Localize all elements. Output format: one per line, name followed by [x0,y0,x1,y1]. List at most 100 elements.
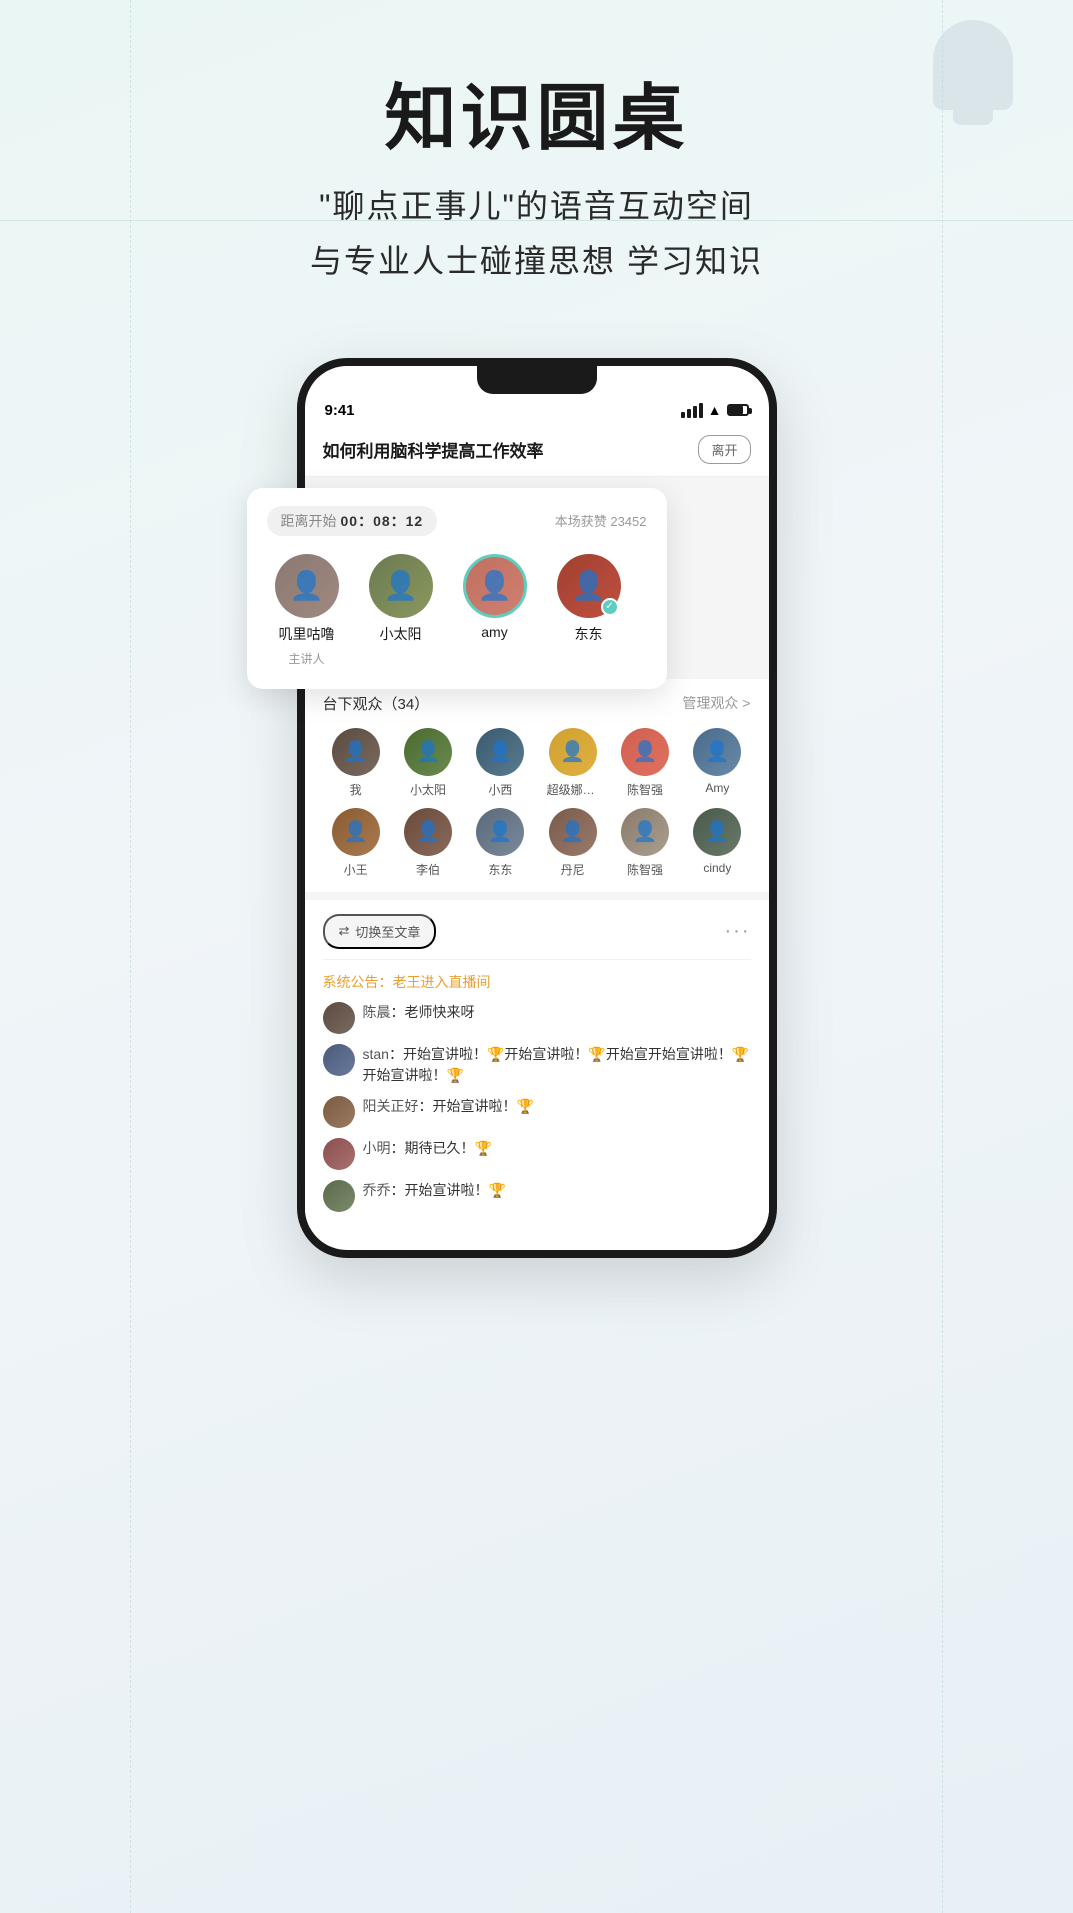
msg-name-1: 陈晨 [363,1004,391,1020]
list-item: 👤 我 [323,728,389,798]
msg-text-1: 老师快来呀 [405,1004,475,1020]
audience-name-11: 陈智强 [627,861,663,878]
speaker-item-1: 👤 叽里咕噜 主讲人 [267,554,347,667]
signal-bar-4 [699,403,703,418]
more-button[interactable]: ··· [725,920,751,943]
audience-avatar-5: 👤 [621,728,669,776]
msg-content-4: 小明：期待已久！🏆 [363,1138,751,1159]
audience-name-12: cindy [703,861,731,875]
chat-avatar-2 [323,1044,355,1076]
list-item: 👤 丹尼 [540,808,606,878]
msg-text-4: 期待已久！🏆 [405,1140,492,1156]
wifi-icon: ▲ [708,402,722,418]
chat-avatar-1 [323,1002,355,1034]
phone-wrapper: 距离开始 00：08：12 本场获赞 23452 👤 叽里咕噜 [277,358,797,1258]
list-item: 👤 陈智强 [612,808,678,878]
subtitle: "聊点正事儿"的语音互动空间 与专业人士碰撞思想 学习知识 [310,179,763,288]
manage-link[interactable]: 管理观众 > [682,693,750,713]
list-item: 👤 小太阳 [395,728,461,798]
chat-message-2: stan：开始宣讲啦！🏆开始宣讲啦！🏆开始宣开始宣讲啦！🏆开始宣讲啦！🏆 [323,1044,751,1086]
switch-article-button[interactable]: ⇄ 切换至文章 [323,914,437,949]
audience-avatar-6: 👤 [693,728,741,776]
msg-name-5: 乔乔 [363,1182,391,1198]
countdown-badge: 距离开始 00：08：12 [267,506,438,536]
audience-avatar-3: 👤 [476,728,524,776]
signal-bar-1 [681,412,685,418]
audience-name-10: 丹尼 [561,861,585,878]
chat-header: ⇄ 切换至文章 ··· [323,900,751,960]
aud-face-11: 👤 [621,808,669,856]
speaker-name-4: 东东 [575,624,603,644]
aud-face-7: 👤 [332,808,380,856]
status-icons: ▲ [681,402,749,418]
speaker-avatar-wrap-3: 👤 [463,554,527,618]
switch-label: 切换至文章 [355,922,420,941]
likes-number: 23452 [610,514,646,529]
audience-header: 台下观众（34） 管理观众 > [323,693,751,714]
page-content: 知识圆桌 "聊点正事儿"的语音互动空间 与专业人士碰撞思想 学习知识 距离开始 … [0,0,1073,1258]
chat-avatar-3 [323,1096,355,1128]
msg-content-2: stan：开始宣讲啦！🏆开始宣讲啦！🏆开始宣开始宣讲啦！🏆开始宣讲啦！🏆 [363,1044,751,1086]
audience-avatar-10: 👤 [549,808,597,856]
audience-avatar-7: 👤 [332,808,380,856]
audience-name-6: Amy [705,781,729,795]
chat-avatar-4 [323,1138,355,1170]
chat-section: ⇄ 切换至文章 ··· 系统公告：老王进入直播间 [305,900,769,1228]
audience-name-1: 我 [350,781,362,798]
battery-icon [727,404,749,416]
list-item: 👤 东东 [467,808,533,878]
audience-name-4: 超级娜丽... [547,781,599,798]
aud-face-10: 👤 [549,808,597,856]
card-top-row: 距离开始 00：08：12 本场获赞 23452 [267,506,647,536]
aud-face-5: 👤 [621,728,669,776]
leave-button[interactable]: 离开 [698,435,750,464]
title-text: 知识圆桌 [384,79,688,159]
speaker-item-2: 👤 小太阳 [361,554,441,644]
audience-name-2: 小太阳 [410,781,446,798]
audience-avatar-9: 👤 [476,808,524,856]
audience-grid: 👤 我 👤 小太阳 👤 小西 👤 超级娜 [323,728,751,878]
list-item: 👤 李伯 [395,808,461,878]
msg-content-1: 陈晨：老师快来呀 [363,1002,751,1023]
chat-message-1: 陈晨：老师快来呀 [323,1002,751,1034]
chat-messages: 系统公告：老王进入直播间 陈晨：老师快来呀 [323,972,751,1212]
speaker-name-2: 小太阳 [380,624,422,644]
chat-message-5: 乔乔：开始宣讲啦！🏆 [323,1180,751,1212]
msg-name-3: 阳关正好 [363,1098,419,1114]
list-item: 👤 小王 [323,808,389,878]
status-bar: 9:41 ▲ [305,394,769,423]
chat-avatar-5 [323,1180,355,1212]
speaker-badge-4: ✓ [601,598,619,616]
speaker-name-3: amy [481,624,507,640]
aud-face-4: 👤 [549,728,597,776]
audience-name-7: 小王 [344,861,368,878]
audience-title: 台下观众（34） [323,693,430,714]
aud-face-8: 👤 [404,808,452,856]
msg-text-5: 开始宣讲啦！🏆 [405,1182,506,1198]
speaker-avatar-1: 👤 [275,554,339,618]
phone-notch [477,366,597,394]
aud-face-1: 👤 [332,728,380,776]
face-2: 👤 [369,554,433,618]
audience-name-8: 李伯 [416,861,440,878]
aud-face-2: 👤 [404,728,452,776]
audience-avatar-8: 👤 [404,808,452,856]
room-header: 如何利用脑科学提高工作效率 离开 [305,423,769,477]
battery-fill [729,406,743,414]
msg-text-2: 开始宣讲啦！🏆开始宣讲啦！🏆开始宣开始宣讲啦！🏆开始宣讲啦！🏆 [363,1046,750,1083]
list-item: 👤 超级娜丽... [540,728,606,798]
chat-message-3: 阳关正好：开始宣讲啦！🏆 [323,1096,751,1128]
aud-face-6: 👤 [693,728,741,776]
msg-text-3: 开始宣讲啦！🏆 [433,1098,534,1114]
speaker-item-3: 👤 amy [455,554,535,640]
speaker-avatar-wrap-2: 👤 [369,554,433,618]
msg-name-4: 小明 [363,1140,391,1156]
list-item: 👤 cindy [684,808,750,878]
system-notice: 系统公告：老王进入直播间 [323,972,751,992]
signal-bar-2 [687,409,691,418]
speaker-avatar-wrap-1: 👤 [275,554,339,618]
sys-prefix: 系统公告： [323,974,393,990]
subtitle-line2: 与专业人士碰撞思想 学习知识 [310,234,763,288]
main-title: 知识圆桌 [310,80,763,159]
speaker-avatar-wrap-4: 👤 ✓ [557,554,621,618]
